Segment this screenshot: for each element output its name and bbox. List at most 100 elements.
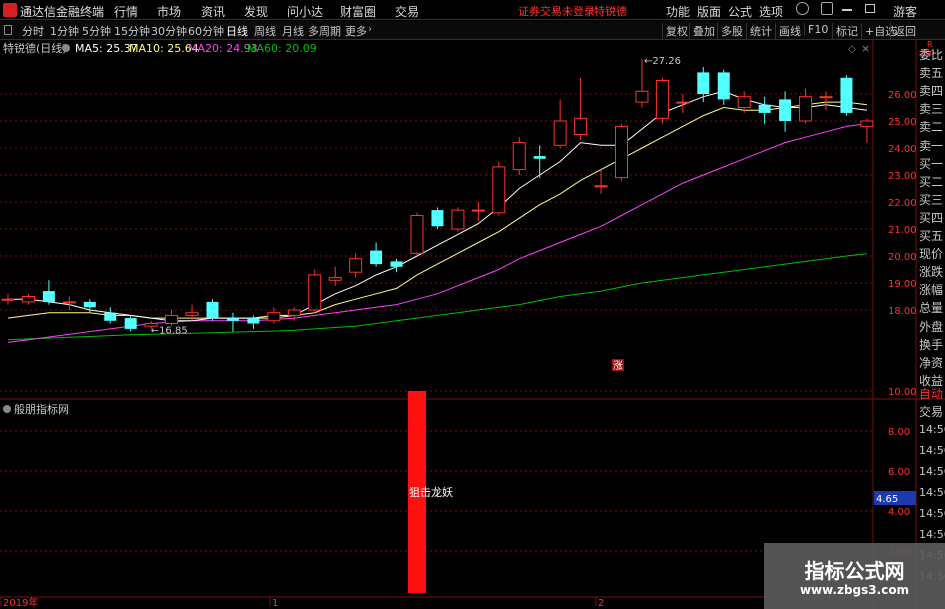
menu-item-news[interactable]: 资讯: [201, 3, 225, 20]
candle-body: [635, 90, 649, 103]
tab-period-weekly[interactable]: 周线: [254, 23, 276, 39]
candle-body: [349, 258, 363, 273]
quote-label: 卖四: [919, 84, 944, 99]
trade-time: 14:56: [919, 486, 945, 499]
candle-body: [799, 96, 813, 122]
candle-body: [840, 77, 853, 113]
mark-button[interactable]: 标记: [832, 23, 858, 39]
f10-button[interactable]: F10: [804, 23, 828, 36]
candle-body: [451, 209, 465, 230]
menu-item-formula[interactable]: 公式: [728, 3, 752, 20]
candle-body: [758, 104, 771, 113]
candle-body: [492, 166, 506, 214]
chevron-right-icon[interactable]: ›: [368, 24, 372, 35]
trade-time: 14:56: [919, 528, 945, 541]
quote-label: 卖一: [919, 138, 944, 153]
restore-rights-button[interactable]: 复权: [662, 23, 688, 39]
legend-ma60: MA60: 20.09: [247, 42, 317, 55]
stock-title: 特锐德: [594, 5, 627, 18]
tab-period-1min[interactable]: 1分钟: [50, 23, 79, 39]
candle-body: [370, 250, 383, 265]
quote-label: 外盘: [919, 319, 944, 334]
statistics-button[interactable]: 统计: [746, 23, 772, 39]
tab-period-30min[interactable]: 30分钟: [151, 23, 187, 39]
tab-period-more[interactable]: 更多: [345, 23, 367, 39]
login-notice: 证券交易未登录: [518, 5, 595, 18]
time-axis-label: 2: [598, 598, 604, 609]
tab-period-daily[interactable]: 日线: [226, 23, 248, 39]
auto-trade-label[interactable]: 自动: [919, 385, 943, 402]
back-button[interactable]: 返回: [890, 23, 916, 39]
candle-body: [574, 117, 588, 136]
candle-body: [410, 215, 424, 254]
legend-settings-icon[interactable]: [62, 44, 70, 52]
legend-stock: 特锐德(日线): [3, 41, 67, 55]
candle-body: [206, 301, 219, 319]
app-logo-icon: [3, 3, 17, 17]
candle-body: [124, 318, 137, 329]
overlay-button[interactable]: 叠加: [689, 23, 715, 39]
menu-item-market[interactable]: 市场: [157, 3, 181, 20]
trade-label[interactable]: 交易: [919, 403, 943, 420]
guest-label[interactable]: 游客: [893, 3, 917, 20]
trade-time: 14:56: [919, 507, 945, 520]
draw-line-button[interactable]: 画线: [775, 23, 801, 39]
price-tick-label: 20.00: [888, 252, 917, 263]
diamond-icon[interactable]: ◇: [848, 44, 856, 55]
quote-label: 买二: [919, 174, 944, 189]
candle-body: [594, 185, 608, 188]
tab-period-monthly[interactable]: 月线: [282, 23, 304, 39]
candle-body: [165, 314, 179, 324]
candle-body: [655, 80, 669, 119]
candle-body: [431, 210, 444, 227]
candle-body: [83, 301, 96, 308]
candle-body: [328, 277, 342, 281]
trade-time: 14:56: [919, 444, 945, 457]
indicator-settings-icon[interactable]: [3, 405, 11, 413]
price-tick-label: 25.00: [888, 117, 917, 128]
chart-area[interactable]: 特锐德(日线) MA5: 25.37 MA10: 25.64 MA20: 24.…: [0, 40, 945, 609]
tab-period-15min[interactable]: 15分钟: [114, 23, 150, 39]
watermark-title: 指标公式网: [804, 559, 905, 583]
current-value-label: 4.65: [876, 494, 898, 505]
menu-item-layout[interactable]: 版面: [697, 3, 721, 20]
tab-period-intraday[interactable]: 分时: [22, 23, 44, 39]
candle-body: [247, 318, 260, 324]
menu-item-function[interactable]: 功能: [666, 3, 690, 20]
maximize-icon[interactable]: [865, 4, 875, 13]
candle-body: [737, 96, 751, 108]
menu-item-ask[interactable]: 问小达: [287, 3, 323, 20]
menu-item-quotes[interactable]: 行情: [114, 3, 138, 20]
quote-label: 买五: [919, 229, 944, 243]
time-axis-label: 2019年: [3, 596, 38, 609]
time-axis-label: 1: [272, 598, 278, 609]
candle-body: [533, 156, 546, 159]
price-tick-label: 24.00: [888, 144, 917, 155]
tab-period-60min[interactable]: 60分钟: [188, 23, 224, 39]
series-line-ma60: [7, 253, 867, 341]
indicator-tick-label: 6.00: [888, 467, 910, 478]
tab-period-multi[interactable]: 多周期: [308, 23, 341, 39]
menu-item-options[interactable]: 选项: [759, 3, 783, 20]
candle-body: [390, 261, 403, 267]
tab-period-5min[interactable]: 5分钟: [82, 23, 111, 39]
help-icon[interactable]: [796, 2, 809, 15]
minimize-icon[interactable]: [842, 9, 852, 11]
high-price-label: ←27.26: [644, 56, 681, 67]
indicator-bar-label: 狙击龙妖: [409, 485, 453, 499]
candle-body: [553, 120, 567, 146]
candle-body: [287, 309, 301, 316]
menu-item-wealth[interactable]: 财富圈: [340, 3, 376, 20]
quote-label: 卖二: [919, 120, 944, 135]
menu-bar: 通达信金融终端 行情 市场 资讯 发现 问小达 财富圈 交易 证券交易未登录 特…: [0, 0, 945, 20]
limit-up-marker: 涨: [613, 360, 623, 372]
lock-icon[interactable]: [821, 2, 833, 15]
indicator-title: 般朋指标网: [14, 402, 69, 416]
close-icon[interactable]: ×: [861, 42, 870, 55]
candle-body: [615, 125, 628, 179]
toggle-panel-icon[interactable]: [4, 25, 12, 35]
candle-body: [779, 99, 792, 121]
menu-item-discover[interactable]: 发现: [244, 3, 268, 20]
menu-item-trade[interactable]: 交易: [395, 3, 419, 20]
multi-stock-button[interactable]: 多股: [717, 23, 743, 39]
